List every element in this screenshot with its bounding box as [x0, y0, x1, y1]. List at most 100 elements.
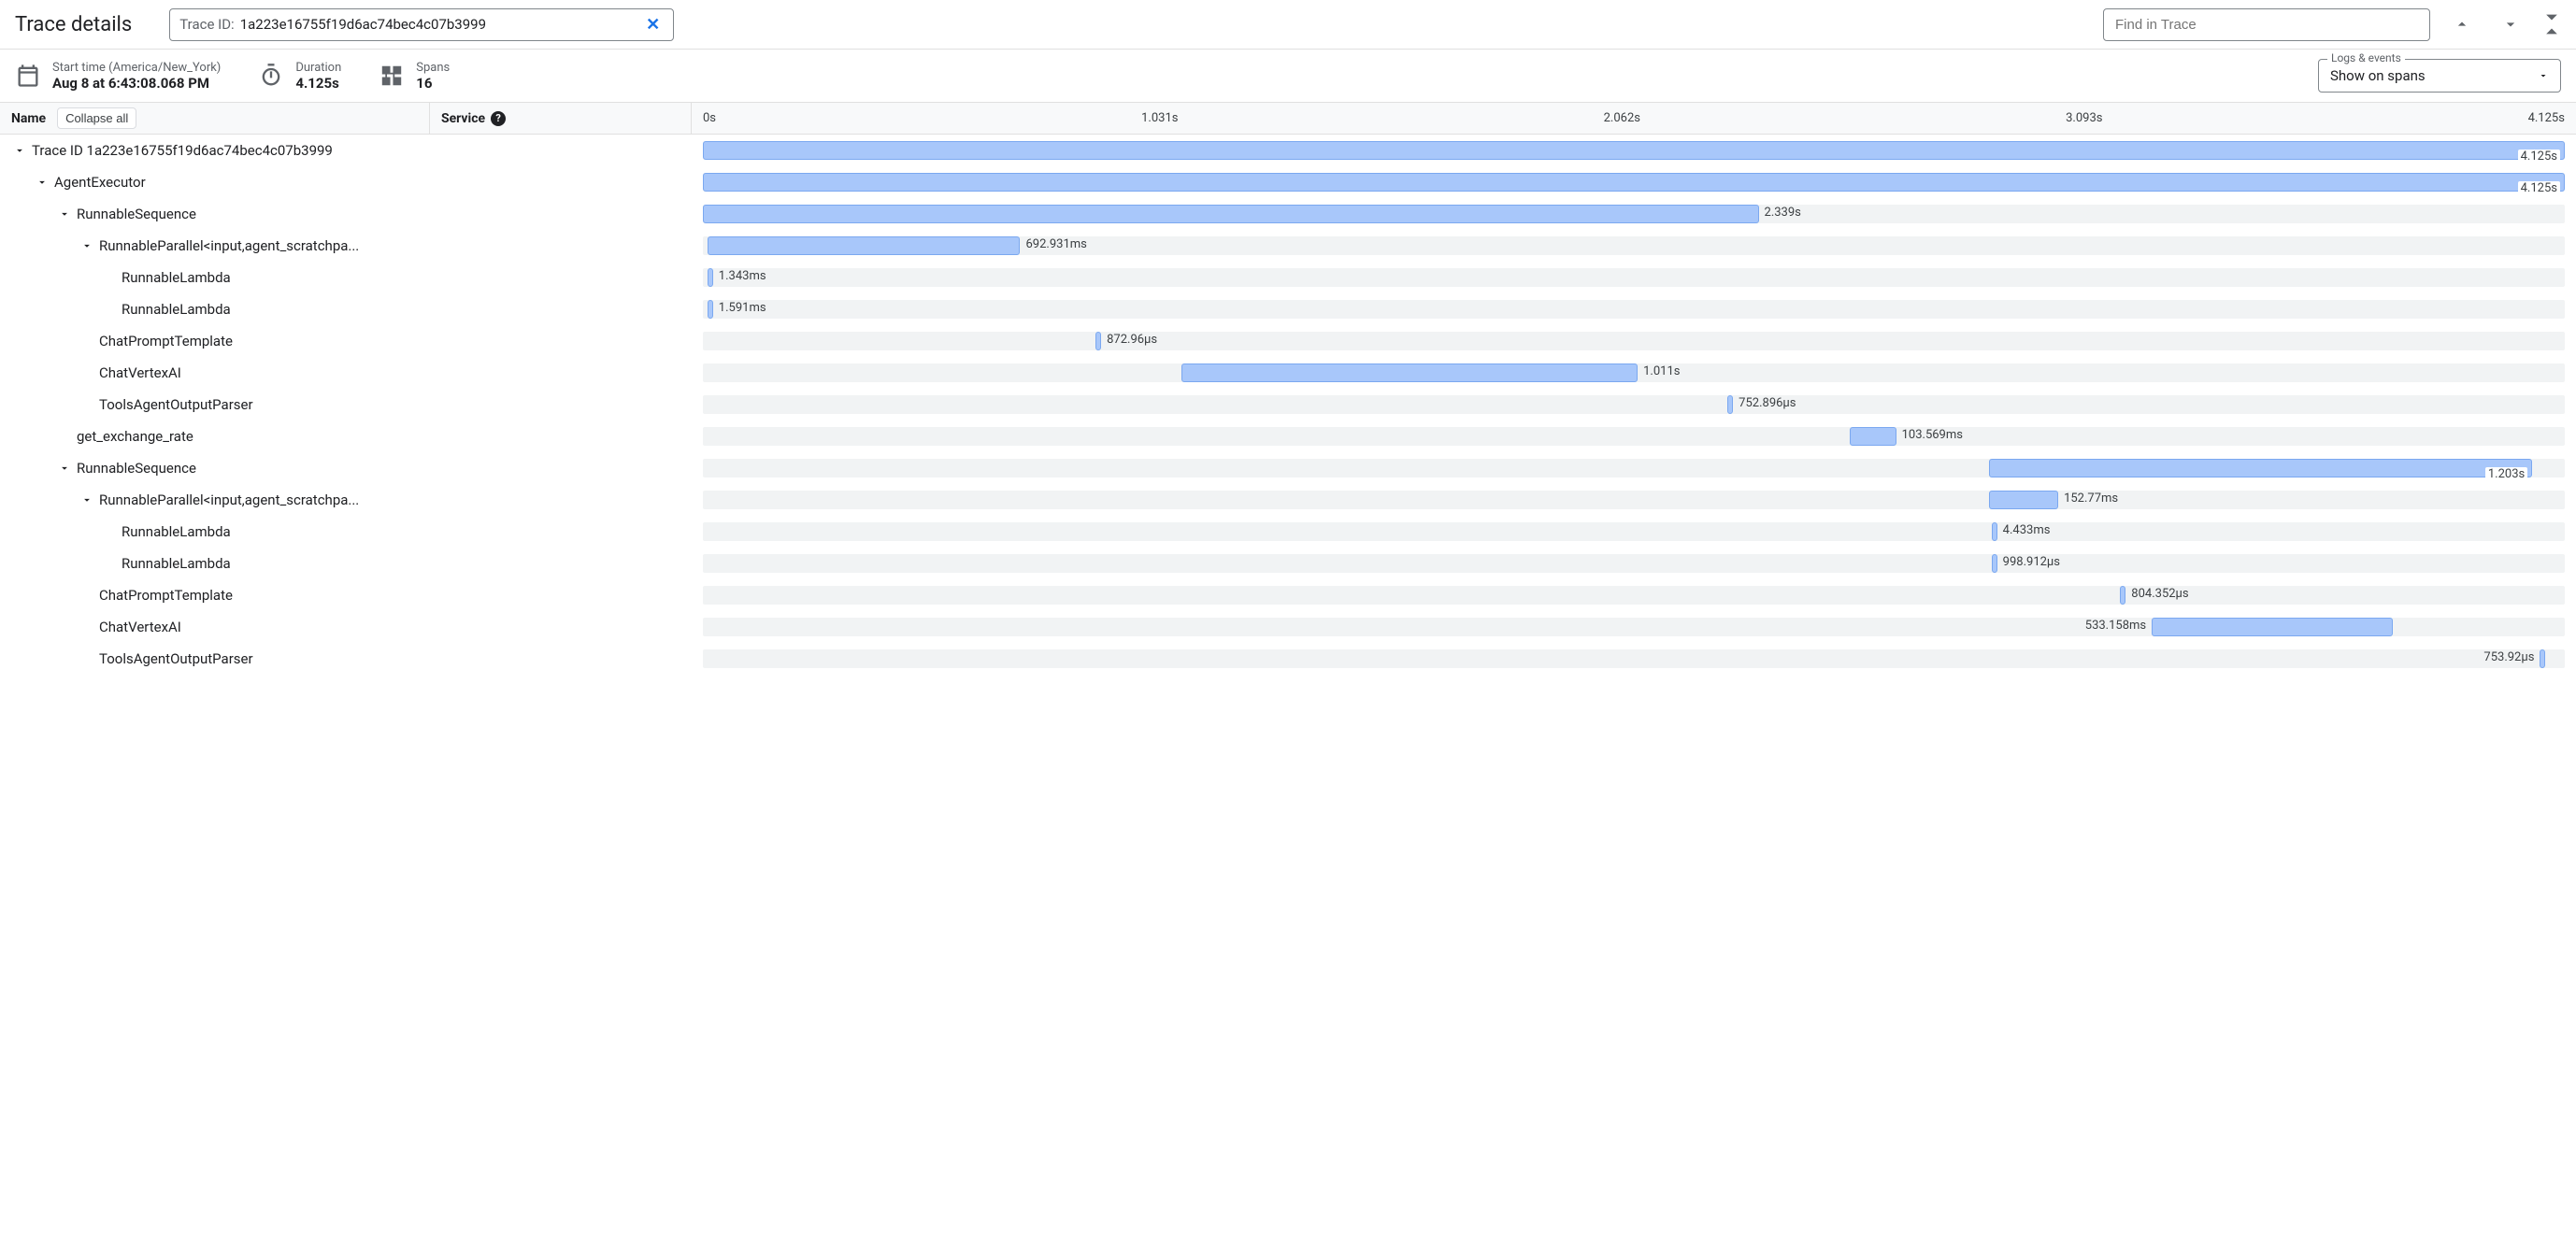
span-name: RunnableSequence [77, 206, 196, 222]
span-timeline-cell: 752.896µs [692, 389, 2576, 420]
calendar-icon [15, 63, 41, 89]
span-row[interactable]: ToolsAgentOutputParser753.92µs [0, 643, 2576, 675]
trace-id-label: Trace ID: [179, 16, 234, 33]
clear-icon[interactable]: ✕ [642, 15, 664, 35]
span-name: Trace ID 1a223e16755f19d6ac74bec4c07b399… [32, 142, 333, 159]
span-row[interactable]: ChatVertexAI 1.011s [0, 357, 2576, 389]
span-tree-cell: ChatVertexAI [0, 611, 692, 643]
chevron-down-icon[interactable] [56, 460, 73, 477]
span-duration-label: 2.339s [1765, 206, 1801, 220]
span-tree-cell: RunnableParallel<input,agent_scratchpa..… [0, 230, 692, 262]
span-row[interactable]: Trace ID 1a223e16755f19d6ac74bec4c07b399… [0, 135, 2576, 166]
span-name: RunnableLambda [122, 555, 231, 572]
span-tree-cell: AgentExecutor [0, 166, 692, 198]
next-result-button[interactable] [2494, 7, 2527, 41]
span-row[interactable]: RunnableLambda 1.591ms [0, 293, 2576, 325]
span-row[interactable]: RunnableLambda1.343ms [0, 262, 2576, 293]
span-tree-cell: RunnableLambda [0, 516, 692, 548]
span-timeline-cell: 4.125s [692, 135, 2576, 166]
help-icon[interactable]: ? [491, 111, 506, 126]
span-tree-cell: RunnableParallel<input,agent_scratchpa..… [0, 484, 692, 516]
span-duration-label: 1.591ms [719, 301, 766, 315]
chevron-down-icon [2538, 70, 2549, 81]
prev-result-button[interactable] [2445, 7, 2479, 41]
span-duration-label: 533.158ms [2085, 619, 2146, 633]
trace-id-value: 1a223e16755f19d6ac74bec4c07b3999 [240, 16, 637, 33]
span-bar[interactable] [1727, 395, 1733, 414]
chevron-up-icon [2453, 15, 2471, 34]
span-row[interactable]: RunnableSequence 1.203s [0, 452, 2576, 484]
span-name: RunnableLambda [122, 301, 231, 318]
span-row[interactable]: ChatPromptTemplate804.352µs [0, 579, 2576, 611]
span-timeline-cell: 103.569ms [692, 420, 2576, 452]
time-tick: 0s [703, 111, 716, 125]
chevron-down-icon[interactable] [79, 237, 95, 254]
time-tick: 3.093s [2066, 111, 2102, 125]
chevron-down-icon [2542, 12, 2561, 23]
span-duration-label: 692.931ms [1025, 237, 1086, 251]
time-tick: 2.062s [1604, 111, 1640, 125]
span-bar[interactable]: 4.125s [703, 173, 2565, 192]
collapse-all-button[interactable]: Collapse all [57, 107, 136, 129]
span-bar[interactable] [2540, 649, 2545, 668]
span-row[interactable]: RunnableLambda 4.433ms [0, 516, 2576, 548]
span-tree-cell: Trace ID 1a223e16755f19d6ac74bec4c07b399… [0, 135, 692, 166]
collapse-panel-button[interactable] [2542, 12, 2561, 36]
span-bar[interactable] [1989, 491, 2058, 509]
span-timeline-cell: 152.77ms [692, 484, 2576, 516]
logs-events-value: Show on spans [2330, 67, 2426, 84]
trace-id-input[interactable]: Trace ID: 1a223e16755f19d6ac74bec4c07b39… [169, 8, 674, 41]
span-bar[interactable] [708, 300, 713, 319]
span-bar[interactable]: 4.125s [703, 141, 2565, 160]
span-row[interactable]: RunnableSequence 2.339s [0, 198, 2576, 230]
chevron-down-icon[interactable] [11, 142, 28, 159]
span-duration-label: 1.203s [2485, 467, 2527, 481]
span-bar[interactable] [1850, 427, 1896, 446]
span-tree-cell: RunnableLambda [0, 548, 692, 579]
span-row[interactable]: get_exchange_rate 103.569ms [0, 420, 2576, 452]
span-row[interactable]: RunnableParallel<input,agent_scratchpa..… [0, 484, 2576, 516]
span-row[interactable]: ToolsAgentOutputParser752.896µs [0, 389, 2576, 420]
name-column-label: Name [11, 111, 46, 126]
span-duration-label: 103.569ms [1902, 428, 1963, 442]
time-tick: 1.031s [1141, 111, 1178, 125]
span-bar[interactable] [703, 205, 1759, 223]
span-timeline-cell: 692.931ms [692, 230, 2576, 262]
chevron-down-icon[interactable] [34, 174, 50, 191]
span-name: ChatPromptTemplate [99, 587, 233, 604]
span-name: ChatVertexAI [99, 619, 181, 635]
span-row[interactable]: RunnableParallel<input,agent_scratchpa..… [0, 230, 2576, 262]
logs-events-label: Logs & events [2327, 51, 2405, 64]
spans-label: Spans [416, 61, 450, 75]
span-bar[interactable] [1095, 332, 1101, 350]
span-bar[interactable] [1992, 554, 1997, 573]
span-bar[interactable] [1181, 363, 1638, 382]
find-in-trace-input[interactable] [2103, 8, 2430, 41]
span-bar[interactable]: 1.203s [1989, 459, 2532, 477]
span-name: ChatVertexAI [99, 364, 181, 381]
span-timeline-cell: 872.96µs [692, 325, 2576, 357]
logs-events-dropdown[interactable]: Logs & events Show on spans [2318, 59, 2561, 93]
span-tree-cell: ChatVertexAI [0, 357, 692, 389]
span-tree-cell: RunnableLambda [0, 293, 692, 325]
span-duration-label: 152.77ms [2064, 492, 2118, 506]
span-row[interactable]: ChatVertexAI 533.158ms [0, 611, 2576, 643]
span-row[interactable]: RunnableLambda998.912µs [0, 548, 2576, 579]
span-tree-cell: RunnableSequence [0, 452, 692, 484]
span-bar[interactable] [1992, 522, 1997, 541]
span-bar[interactable] [708, 268, 713, 287]
chevron-down-icon[interactable] [79, 492, 95, 508]
chevron-down-icon[interactable] [56, 206, 73, 222]
span-timeline-cell: 1.011s [692, 357, 2576, 389]
span-row[interactable]: AgentExecutor 4.125s [0, 166, 2576, 198]
span-bar[interactable] [2120, 586, 2125, 605]
span-tree-cell: RunnableLambda [0, 262, 692, 293]
spans-icon [379, 63, 405, 89]
time-tick: 4.125s [2528, 111, 2565, 125]
span-duration-label: 4.433ms [2003, 523, 2051, 537]
span-bar[interactable] [708, 236, 1021, 255]
timeline-header: 0s 1.031s 2.062s 3.093s 4.125s [692, 103, 2576, 134]
span-bar[interactable] [2152, 618, 2392, 636]
span-row[interactable]: ChatPromptTemplate872.96µs [0, 325, 2576, 357]
span-name: get_exchange_rate [77, 428, 193, 445]
